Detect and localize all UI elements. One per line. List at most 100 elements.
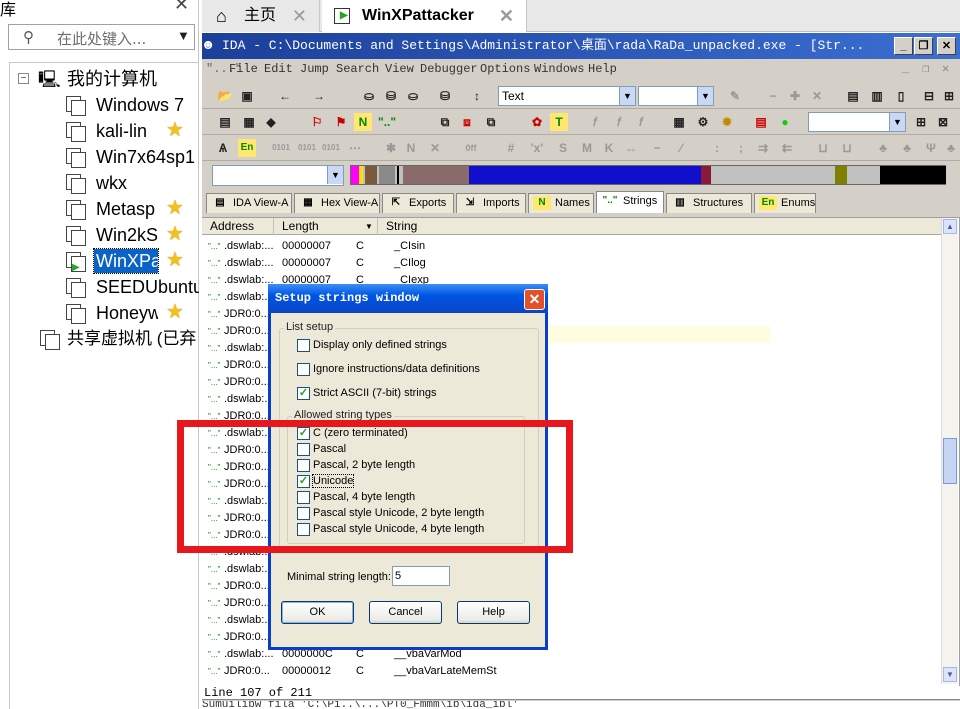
structs-icon[interactable]: ⧈ xyxy=(458,113,476,131)
breakpoint-icon[interactable]: ✿ xyxy=(528,113,546,131)
help-button[interactable]: Help xyxy=(457,601,530,624)
k-icon[interactable]: K xyxy=(600,139,618,157)
column-header-length[interactable]: Length xyxy=(274,218,378,235)
segment-icon[interactable]: S xyxy=(554,139,572,157)
settings-icon[interactable]: ⚙ xyxy=(694,113,712,131)
close-button[interactable]: ✕ xyxy=(937,37,956,55)
comment-icon[interactable]: ⇉ xyxy=(754,139,772,157)
segments-icon[interactable]: ⧉ xyxy=(436,113,454,131)
scroll-up-icon[interactable]: ▲ xyxy=(943,219,957,234)
list-setup-checkbox[interactable]: Ignore instructions/data definitions xyxy=(297,363,480,377)
menu-debugger[interactable]: Debugger xyxy=(420,59,478,79)
find-binary-icon[interactable]: ⛁ xyxy=(436,87,454,105)
mdi-minimize-icon[interactable]: _ xyxy=(902,59,909,79)
strings-icon[interactable]: ".." xyxy=(378,113,396,131)
code-icon[interactable]: 0101 xyxy=(272,139,290,157)
tree1-icon[interactable]: ♣ xyxy=(874,139,892,157)
window-layout-3-icon[interactable]: ▯ xyxy=(892,87,910,105)
view-tab-strings[interactable]: ".." Strings xyxy=(596,191,664,213)
mdi-close-icon[interactable]: ✕ xyxy=(942,59,949,79)
tab-home[interactable]: ⌂ 主页 ✕ xyxy=(202,0,320,32)
back-icon[interactable]: ← xyxy=(276,87,294,105)
forward-icon[interactable]: → xyxy=(310,87,328,105)
offset-icon[interactable]: 0ff xyxy=(462,139,480,157)
m-icon[interactable]: M xyxy=(578,139,596,157)
dialog-close-button[interactable]: ✕ xyxy=(524,289,545,310)
star-op-icon[interactable]: ✱ xyxy=(382,139,400,157)
colon-icon[interactable]: : xyxy=(708,139,726,157)
menu-edit[interactable]: Edit xyxy=(264,59,293,79)
cancel-button[interactable]: Cancel xyxy=(369,601,442,624)
favorite-star-icon[interactable]: ★ xyxy=(166,300,184,324)
window-layout-2-icon[interactable]: ▥ xyxy=(868,87,886,105)
plus-icon[interactable]: ✚ xyxy=(786,87,804,105)
tab-close-icon[interactable]: ✕ xyxy=(292,0,307,32)
close-icon[interactable]: ✕ xyxy=(174,0,189,15)
xrefs-icon[interactable]: ⚑ xyxy=(332,113,350,131)
checkbox-unchecked-icon[interactable] xyxy=(297,363,310,376)
diamond-icon[interactable]: ◆ xyxy=(262,113,280,131)
data-icon[interactable]: 0101 xyxy=(298,139,316,157)
navigation-band[interactable] xyxy=(350,165,946,185)
checkbox-unchecked-icon[interactable] xyxy=(297,339,310,352)
en-icon[interactable]: En xyxy=(238,139,256,157)
view-tab-imports[interactable]: ⇲ Imports xyxy=(456,193,526,213)
tab-winxpattacker[interactable]: ▶ WinXPattacker ✕ xyxy=(322,0,527,32)
favorite-star-icon[interactable]: ★ xyxy=(166,196,184,220)
graph2-icon[interactable]: ⊞ xyxy=(940,87,958,105)
table-row[interactable]: "..." .dswlab:... 00000007 C _CIsin xyxy=(202,238,942,255)
menu-view[interactable]: View xyxy=(385,59,414,79)
segment-type-select[interactable]: Text ▼ xyxy=(498,86,636,106)
char-icon[interactable]: 'x' xyxy=(528,139,546,157)
menu-help[interactable]: Help xyxy=(588,59,617,79)
minus2-icon[interactable]: − xyxy=(648,139,666,157)
find-next-icon[interactable]: ⛁ xyxy=(382,87,400,105)
enums-icon[interactable]: ⧉ xyxy=(482,113,500,131)
tree3-icon[interactable]: Ψ xyxy=(922,139,940,157)
minus-icon[interactable]: − xyxy=(764,87,782,105)
restore-button[interactable]: ❐ xyxy=(914,37,933,55)
library-search-input[interactable]: ⚲ 在此处键入... ▼ xyxy=(8,24,195,50)
menu-search[interactable]: Search xyxy=(336,59,379,79)
tree2-icon[interactable]: ♣ xyxy=(898,139,916,157)
cross-icon[interactable]: ✕ xyxy=(808,87,826,105)
window-layout-1-icon[interactable]: ▤ xyxy=(844,87,862,105)
ok-button[interactable]: OK xyxy=(281,601,354,624)
text-icon[interactable]: T xyxy=(550,113,568,131)
save-icon[interactable]: ▣ xyxy=(238,87,256,105)
hex-icon[interactable]: ▦ xyxy=(240,113,258,131)
debugger-select[interactable]: ▼ xyxy=(808,112,906,132)
column-header-string[interactable]: String xyxy=(378,218,942,235)
graph-view-icon[interactable]: ⊔ xyxy=(814,139,832,157)
view-tab-ida-view-a[interactable]: ▤ IDA View-A xyxy=(206,193,292,213)
menu-jump[interactable]: Jump xyxy=(300,59,329,79)
table-row[interactable]: "..." JDR0:0... 00000012 C __vbaVarLateMemSt xyxy=(202,663,942,680)
scroll-down-icon[interactable]: ▼ xyxy=(943,667,957,682)
func-italic2-icon[interactable]: 𝑓 xyxy=(610,113,628,131)
hash-icon[interactable]: # xyxy=(502,139,520,157)
binoculars-icon[interactable]: ⛀ xyxy=(360,87,378,105)
view-tab-exports[interactable]: ⇱ Exports xyxy=(382,193,454,213)
scroll-thumb[interactable] xyxy=(943,438,957,484)
menu-file[interactable]: File xyxy=(229,59,258,79)
tree4-icon[interactable]: ♣ xyxy=(942,139,960,157)
array2-icon[interactable]: ⋯ xyxy=(346,139,364,157)
tab-close-icon[interactable]: ✕ xyxy=(499,0,514,32)
secondary-select[interactable]: ▼ xyxy=(638,86,714,106)
func-italic3-icon[interactable]: 𝑓 xyxy=(632,113,650,131)
jump-icon[interactable]: ↕ xyxy=(468,87,486,105)
names-icon[interactable]: N xyxy=(354,113,372,131)
brush-icon[interactable]: ✎ xyxy=(726,87,744,105)
table-row[interactable]: "..." .dswlab:... 00000007 C _CIlog xyxy=(202,255,942,272)
view-tab-structures[interactable]: ▥ Structures xyxy=(666,193,752,213)
menu-options[interactable]: Options xyxy=(480,59,530,79)
sun-icon[interactable]: ✹ xyxy=(718,113,736,131)
list-icon[interactable]: ▤ xyxy=(216,113,234,131)
view-tab-names[interactable]: N Names xyxy=(528,193,594,213)
undefine-icon[interactable]: ✕ xyxy=(426,139,444,157)
n-icon[interactable]: N xyxy=(402,139,420,157)
min-length-input[interactable] xyxy=(392,566,450,586)
checkbox-checked-icon[interactable]: ✓ xyxy=(297,387,310,400)
func-icon[interactable]: ⚐ xyxy=(308,113,326,131)
list-setup-checkbox[interactable]: Display only defined strings xyxy=(297,339,447,353)
